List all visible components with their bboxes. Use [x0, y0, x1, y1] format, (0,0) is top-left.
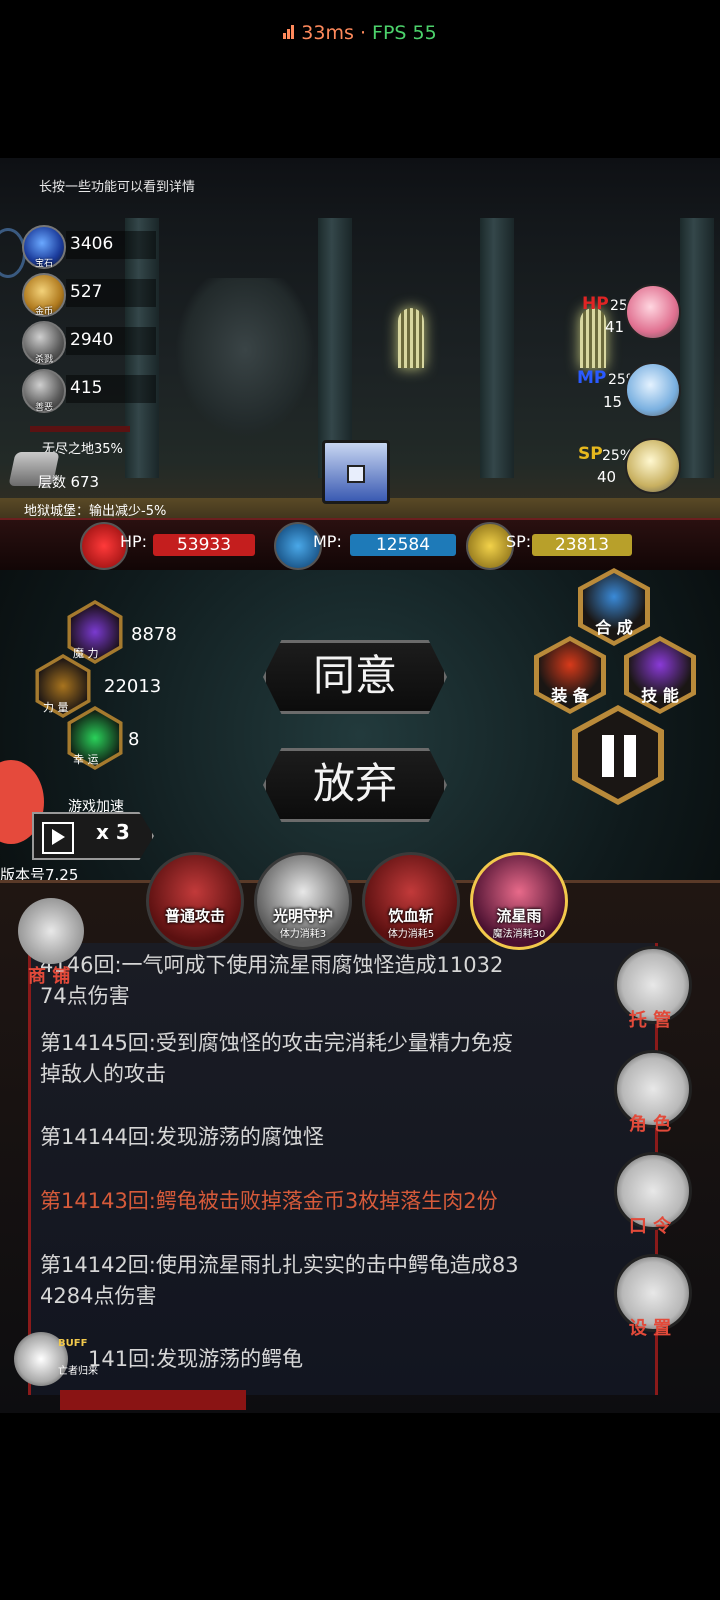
mp-potion-icon[interactable]: [625, 362, 681, 418]
settings-label: 设 置: [628, 1318, 672, 1339]
speed-toggle-button[interactable]: x 3: [32, 812, 154, 860]
log-entry: 4146回:一气呵成下使用流星雨腐蚀怪造成11032 74点伤害: [40, 953, 504, 1008]
hp-potion-icon[interactable]: [625, 284, 681, 340]
treasure-chest[interactable]: [322, 440, 390, 504]
resource-kills[interactable]: 杀戮 2940: [22, 321, 202, 365]
castle-window: [398, 308, 424, 368]
floor-value: 673: [70, 473, 100, 491]
boss-progress-bar: [30, 426, 130, 432]
buff-description: 亡者归来: [58, 1366, 98, 1377]
floor-counter: 层数 673: [38, 472, 99, 492]
sp-potion-count: 40: [597, 468, 617, 486]
hp-potion-count: 41: [605, 318, 625, 336]
log-entry-highlight: 第14143回:鳄龟被击败掉落金币3枚掉落生肉2份: [40, 1189, 498, 1213]
mask-icon: 善恶: [22, 369, 66, 413]
resource-value: 415: [70, 378, 103, 398]
shop-button[interactable]: [18, 898, 84, 964]
log-entry: 141回:发现游荡的鳄龟: [88, 1347, 304, 1371]
network-status: 33ms · FPS 55: [0, 22, 720, 44]
skill-blood-slash[interactable]: 饮血斩 体力消耗5: [362, 852, 460, 950]
pillar: [318, 218, 352, 478]
resource-value: 527: [70, 282, 103, 302]
character-label: 角 色: [628, 1114, 672, 1135]
mp-potion-label: MP: [577, 368, 607, 388]
auto-label: 托 管: [628, 1010, 672, 1031]
mp-label: MP:: [313, 532, 342, 551]
crystal-icon: 宝石: [22, 225, 66, 269]
log-entry: 第14142回:使用流星雨扎扎实实的击中鳄龟造成83 4284点伤害: [40, 1253, 519, 1308]
hint-text: 长按一些功能可以看到详情: [39, 180, 196, 195]
skull-icon: 杀戮: [22, 321, 66, 365]
sp-potion-label: SP: [578, 444, 603, 464]
hp-potion-label: HP: [582, 294, 609, 314]
gold-coin-icon: 金币: [22, 273, 66, 317]
shop-label: 商 铺: [28, 966, 71, 987]
resource-gems[interactable]: 宝石 3406: [22, 225, 202, 269]
pause-icon: [602, 735, 638, 777]
pillar: [680, 218, 714, 478]
log-entry: 第14145回:受到腐蚀怪的攻击完消耗少量精力免疫 掉敌人的攻击: [40, 1031, 513, 1086]
agree-button[interactable]: 同意: [263, 640, 447, 714]
floor-label: 层数: [38, 475, 66, 491]
sp-value: 23813: [532, 534, 632, 556]
log-entry: 第14144回:发现游荡的腐蚀怪: [40, 1125, 324, 1149]
hp-label: HP:: [120, 532, 148, 551]
castle-window: [580, 308, 606, 368]
mp-potion-count: 15: [603, 393, 623, 411]
status-separator: ·: [359, 22, 366, 44]
panel-bottom-trim: [60, 1390, 246, 1410]
pillar: [480, 218, 514, 478]
abandon-button[interactable]: 放弃: [263, 748, 447, 822]
skill-normal-attack[interactable]: 普通攻击: [146, 852, 244, 950]
play-icon: [42, 822, 74, 854]
code-label: 口 令: [628, 1216, 672, 1237]
signal-icon: [283, 22, 295, 44]
resource-gold[interactable]: 金币 527: [22, 273, 202, 317]
location-buff: 地狱城堡：输出减少-5%: [24, 504, 167, 519]
fps-text: FPS 55: [372, 22, 437, 44]
skill-light-guard[interactable]: 光明守护 体力消耗3: [254, 852, 352, 950]
ping-text: 33ms: [301, 22, 354, 44]
sp-label: SP:: [506, 532, 532, 551]
stats-bar: HP: 53933 MP: 12584 SP: 23813: [0, 518, 720, 572]
skill-meteor-shower[interactable]: 流星雨 魔法消耗30: [470, 852, 568, 950]
speed-multiplier: x 3: [96, 820, 130, 844]
hp-value: 53933: [153, 534, 255, 556]
mp-value: 12584: [350, 534, 456, 556]
sp-potion-icon[interactable]: [625, 438, 681, 494]
resource-value: 2940: [70, 330, 114, 350]
resource-karma[interactable]: 善恶 415: [22, 369, 202, 413]
buff-label: BUFF: [58, 1338, 88, 1349]
resource-value: 3406: [70, 234, 114, 254]
